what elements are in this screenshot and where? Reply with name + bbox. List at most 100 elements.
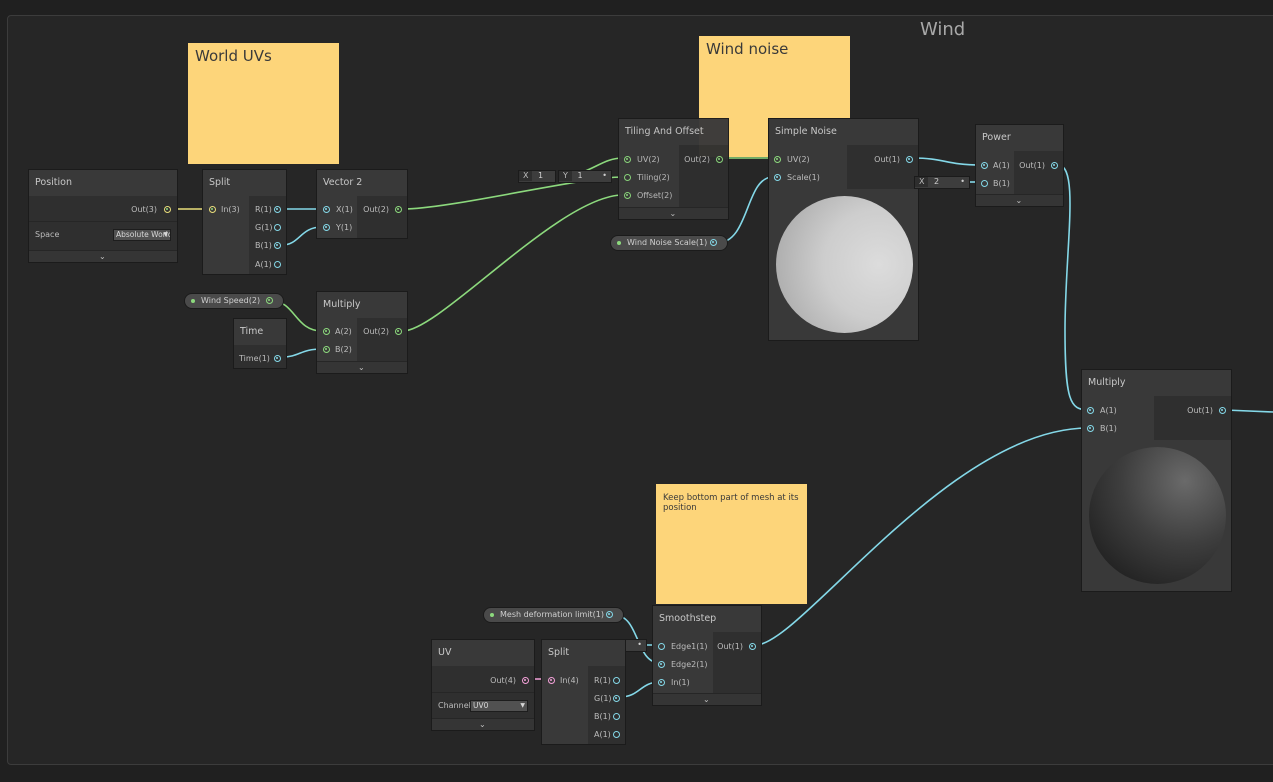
port-icon[interactable] xyxy=(624,156,631,163)
port-icon[interactable] xyxy=(274,355,281,362)
property-icon xyxy=(191,299,195,303)
property-mesh-deformation-limit[interactable]: Mesh deformation limit(1) xyxy=(483,607,624,623)
sticky-note-title: World UVs xyxy=(195,47,272,65)
chevron-down-icon[interactable]: ⌄ xyxy=(479,719,486,730)
port-icon[interactable] xyxy=(774,156,781,163)
tiling-x-field[interactable]: X 1 xyxy=(518,170,556,183)
port-label: A(2) xyxy=(335,327,352,336)
port-icon[interactable] xyxy=(395,206,402,213)
channel-dropdown[interactable]: UV0 ▼ xyxy=(470,700,528,712)
node-smoothstep[interactable]: Smoothstep Edge1(1) Edge2(1) In(1) Out(1… xyxy=(652,605,762,706)
port-icon[interactable] xyxy=(613,731,620,738)
node-multiply-right[interactable]: Multiply A(1) B(1) Out(1) xyxy=(1081,369,1232,592)
port-icon[interactable] xyxy=(624,192,631,199)
sticky-note-keep-bottom[interactable]: Keep bottom part of mesh at its position xyxy=(656,484,807,604)
port-icon[interactable] xyxy=(209,206,216,213)
port-icon[interactable] xyxy=(323,346,330,353)
node-footer[interactable]: ⌄ xyxy=(619,207,728,219)
node-footer[interactable]: ⌄ xyxy=(29,250,177,262)
port-label: A(1) xyxy=(1100,406,1117,415)
port-icon[interactable] xyxy=(613,713,620,720)
node-body: A(1) B(1) Out(1) xyxy=(1082,396,1231,440)
port-icon[interactable] xyxy=(522,677,529,684)
node-multiply-top[interactable]: Multiply A(2) B(2) Out(2) ⌄ xyxy=(316,291,408,374)
port-icon[interactable] xyxy=(274,206,281,213)
node-position[interactable]: Position Out(3) Space Absolute World ▼ ⌄ xyxy=(28,169,178,263)
port-icon[interactable] xyxy=(749,643,756,650)
chevron-down-icon[interactable]: ⌄ xyxy=(703,694,710,705)
port-icon[interactable] xyxy=(1051,162,1058,169)
node-footer[interactable]: ⌄ xyxy=(432,718,534,730)
port-label: R(1) xyxy=(255,205,272,214)
port-icon[interactable] xyxy=(774,174,781,181)
port-icon[interactable] xyxy=(548,677,555,684)
node-body: UV(2) Scale(1) Out(1) xyxy=(769,145,918,189)
node-footer[interactable]: ⌄ xyxy=(317,361,407,373)
node-tiling-and-offset[interactable]: Tiling And Offset UV(2) Tiling(2) Offset… xyxy=(618,118,729,220)
node-split-top[interactable]: Split In(3) R(1) G(1) B(1) A(1) xyxy=(202,169,287,275)
divider xyxy=(432,692,534,693)
port-icon[interactable] xyxy=(710,239,717,246)
node-power[interactable]: Power A(1) B(1) Out(1) ⌄ xyxy=(975,124,1064,207)
port-icon[interactable] xyxy=(624,174,631,181)
node-uv[interactable]: UV Out(4) Channel UV0 ▼ ⌄ xyxy=(431,639,535,731)
sticky-note-world-uvs[interactable]: World UVs xyxy=(188,43,339,164)
port-icon: • xyxy=(637,640,642,649)
port-icon[interactable] xyxy=(658,643,665,650)
port-label: B(1) xyxy=(1100,424,1117,433)
port-icon[interactable] xyxy=(1219,407,1226,414)
shader-graph-canvas[interactable]: Wind World UVs Wind noise Keep bottom pa… xyxy=(0,0,1273,782)
port-icon[interactable] xyxy=(606,611,613,618)
port-icon[interactable] xyxy=(906,156,913,163)
port-icon[interactable] xyxy=(274,261,281,268)
port-icon[interactable] xyxy=(266,297,273,304)
chevron-down-icon[interactable]: ⌄ xyxy=(358,362,365,373)
port-icon[interactable] xyxy=(274,224,281,231)
port-icon[interactable] xyxy=(1087,407,1094,414)
tiling-y-field[interactable]: Y 1 • xyxy=(558,170,612,183)
port-icon[interactable] xyxy=(323,328,330,335)
input-column xyxy=(317,318,357,363)
port-icon[interactable] xyxy=(716,156,723,163)
port-icon[interactable] xyxy=(613,677,620,684)
port-label: G(1) xyxy=(255,223,273,232)
port-icon[interactable] xyxy=(395,328,402,335)
port-icon[interactable] xyxy=(323,224,330,231)
space-label: Space xyxy=(35,230,60,239)
port-label: R(1) xyxy=(594,676,611,685)
port-label: In(3) xyxy=(221,205,240,214)
port-icon[interactable] xyxy=(658,679,665,686)
node-title: Vector 2 xyxy=(317,170,407,197)
port-label: B(1) xyxy=(594,712,611,721)
node-vector2[interactable]: Vector 2 X(1) Y(1) Out(2) xyxy=(316,169,408,239)
space-dropdown[interactable]: Absolute World ▼ xyxy=(113,229,171,241)
node-time[interactable]: Time Time(1) xyxy=(233,318,287,369)
node-body: Out(4) Channel UV0 ▼ xyxy=(432,666,534,720)
property-wind-noise-scale[interactable]: Wind Noise Scale(1) xyxy=(610,235,728,251)
port-icon[interactable] xyxy=(658,661,665,668)
port-icon[interactable] xyxy=(274,242,281,249)
port-label: Out(3) xyxy=(131,205,157,214)
port-icon[interactable] xyxy=(323,206,330,213)
node-title: Multiply xyxy=(1082,370,1231,397)
port-icon[interactable] xyxy=(164,206,171,213)
port-icon[interactable] xyxy=(1087,425,1094,432)
chevron-down-icon[interactable]: ⌄ xyxy=(670,208,677,219)
port-label: A(1) xyxy=(255,260,272,269)
node-body: A(1) B(1) Out(1) xyxy=(976,151,1063,196)
field-value: 1 xyxy=(538,171,544,180)
node-simple-noise[interactable]: Simple Noise UV(2) Scale(1) Out(1) xyxy=(768,118,919,341)
chevron-down-icon[interactable]: ⌄ xyxy=(1016,195,1023,206)
port-icon[interactable] xyxy=(981,162,988,169)
port-icon[interactable] xyxy=(613,695,620,702)
node-footer[interactable]: ⌄ xyxy=(976,194,1063,206)
node-title: Split xyxy=(542,640,625,667)
port-label: Out(2) xyxy=(684,155,710,164)
node-title: Simple Noise xyxy=(769,119,918,146)
port-icon[interactable] xyxy=(981,180,988,187)
property-wind-speed[interactable]: Wind Speed(2) xyxy=(184,293,284,309)
node-footer[interactable]: ⌄ xyxy=(653,693,761,705)
node-split-bottom[interactable]: Split In(4) R(1) G(1) B(1) A(1) xyxy=(541,639,626,745)
power-b-field[interactable]: X 2 • xyxy=(914,176,970,189)
chevron-down-icon[interactable]: ⌄ xyxy=(99,251,106,262)
